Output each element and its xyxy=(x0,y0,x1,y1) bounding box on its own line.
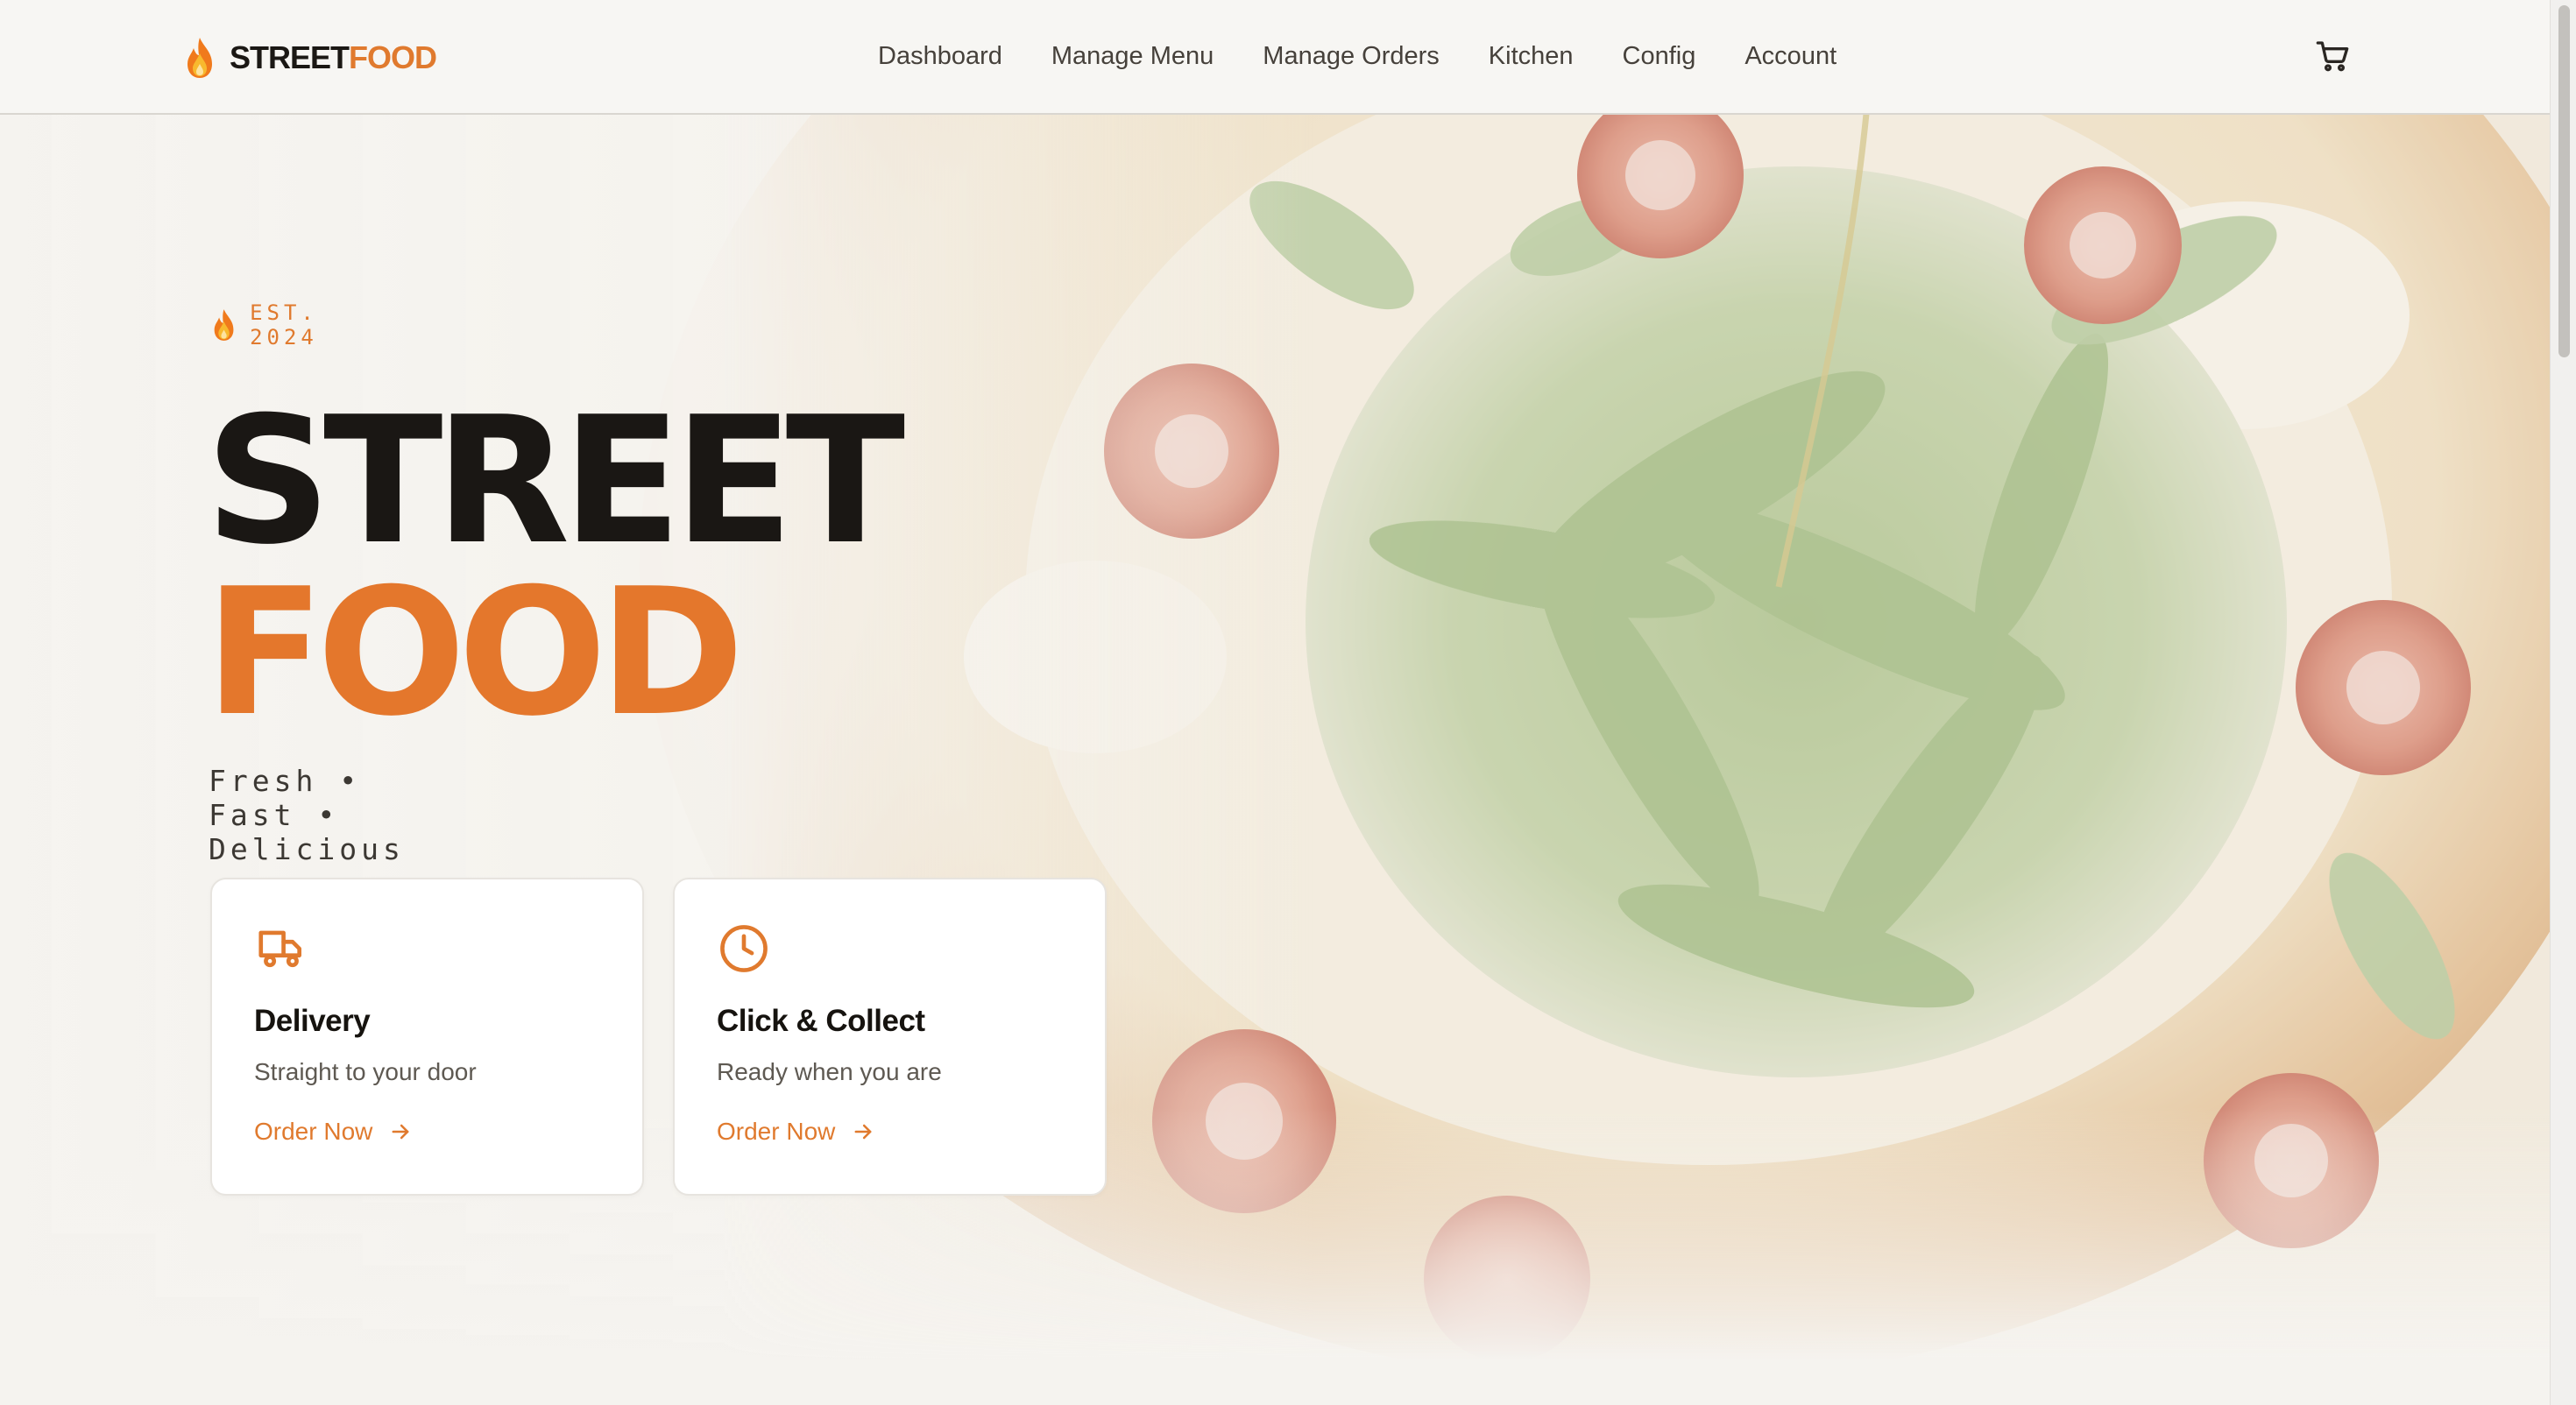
nav-manage-menu[interactable]: Manage Menu xyxy=(1051,42,1214,71)
scrollbar-thumb[interactable] xyxy=(2558,5,2570,357)
delivery-card[interactable]: Delivery Straight to your door Order Now xyxy=(210,878,644,1196)
top-navbar: STREETFOOD Dashboard Manage Menu Manage … xyxy=(0,0,2550,115)
delivery-subtitle: Straight to your door xyxy=(254,1058,477,1085)
click-collect-card[interactable]: Click & Collect Ready when you are Order… xyxy=(673,878,1107,1196)
nav-account[interactable]: Account xyxy=(1744,42,1836,71)
hero-title-street: STREET xyxy=(205,379,905,583)
nav-config[interactable]: Config xyxy=(1623,42,1696,71)
brand-logo[interactable]: STREETFOOD xyxy=(182,32,437,84)
hero-background-image xyxy=(0,114,2550,1405)
click-collect-title: Click & Collect xyxy=(717,1004,925,1038)
brand-name-food: FOOD xyxy=(349,39,437,75)
click-collect-order-now-link[interactable]: Order Now xyxy=(717,1118,875,1146)
nav-manage-orders[interactable]: Manage Orders xyxy=(1263,42,1440,71)
main-nav: Dashboard Manage Menu Manage Orders Kitc… xyxy=(878,0,1836,113)
brand-name-street: STREET xyxy=(230,39,350,75)
page-scrollbar[interactable] xyxy=(2550,0,2576,1405)
truck-icon xyxy=(258,930,301,968)
brand-name: STREETFOOD xyxy=(230,39,437,76)
hero-tagline: Fresh • Fast • Delicious xyxy=(209,764,405,866)
delivery-order-now-link[interactable]: Order Now xyxy=(254,1118,413,1146)
arrow-right-icon xyxy=(854,1124,872,1140)
established-label: EST. 2024 xyxy=(250,300,318,349)
flame-icon xyxy=(214,309,234,341)
nav-kitchen[interactable]: Kitchen xyxy=(1489,42,1574,71)
delivery-title: Delivery xyxy=(254,1004,371,1038)
clock-icon xyxy=(720,925,768,972)
hero-title-food: FOOD xyxy=(205,551,745,755)
flame-icon xyxy=(188,38,212,78)
click-collect-order-now-label: Order Now xyxy=(717,1118,836,1145)
delivery-order-now-label: Order Now xyxy=(254,1118,373,1145)
arrow-right-icon xyxy=(392,1124,409,1140)
shopping-cart-icon[interactable] xyxy=(2315,39,2350,74)
nav-dashboard[interactable]: Dashboard xyxy=(878,42,1002,71)
app-window: STREETFOOD Dashboard Manage Menu Manage … xyxy=(0,0,2576,1405)
click-collect-subtitle: Ready when you are xyxy=(717,1058,942,1085)
established-badge: EST. 2024 xyxy=(210,298,338,352)
